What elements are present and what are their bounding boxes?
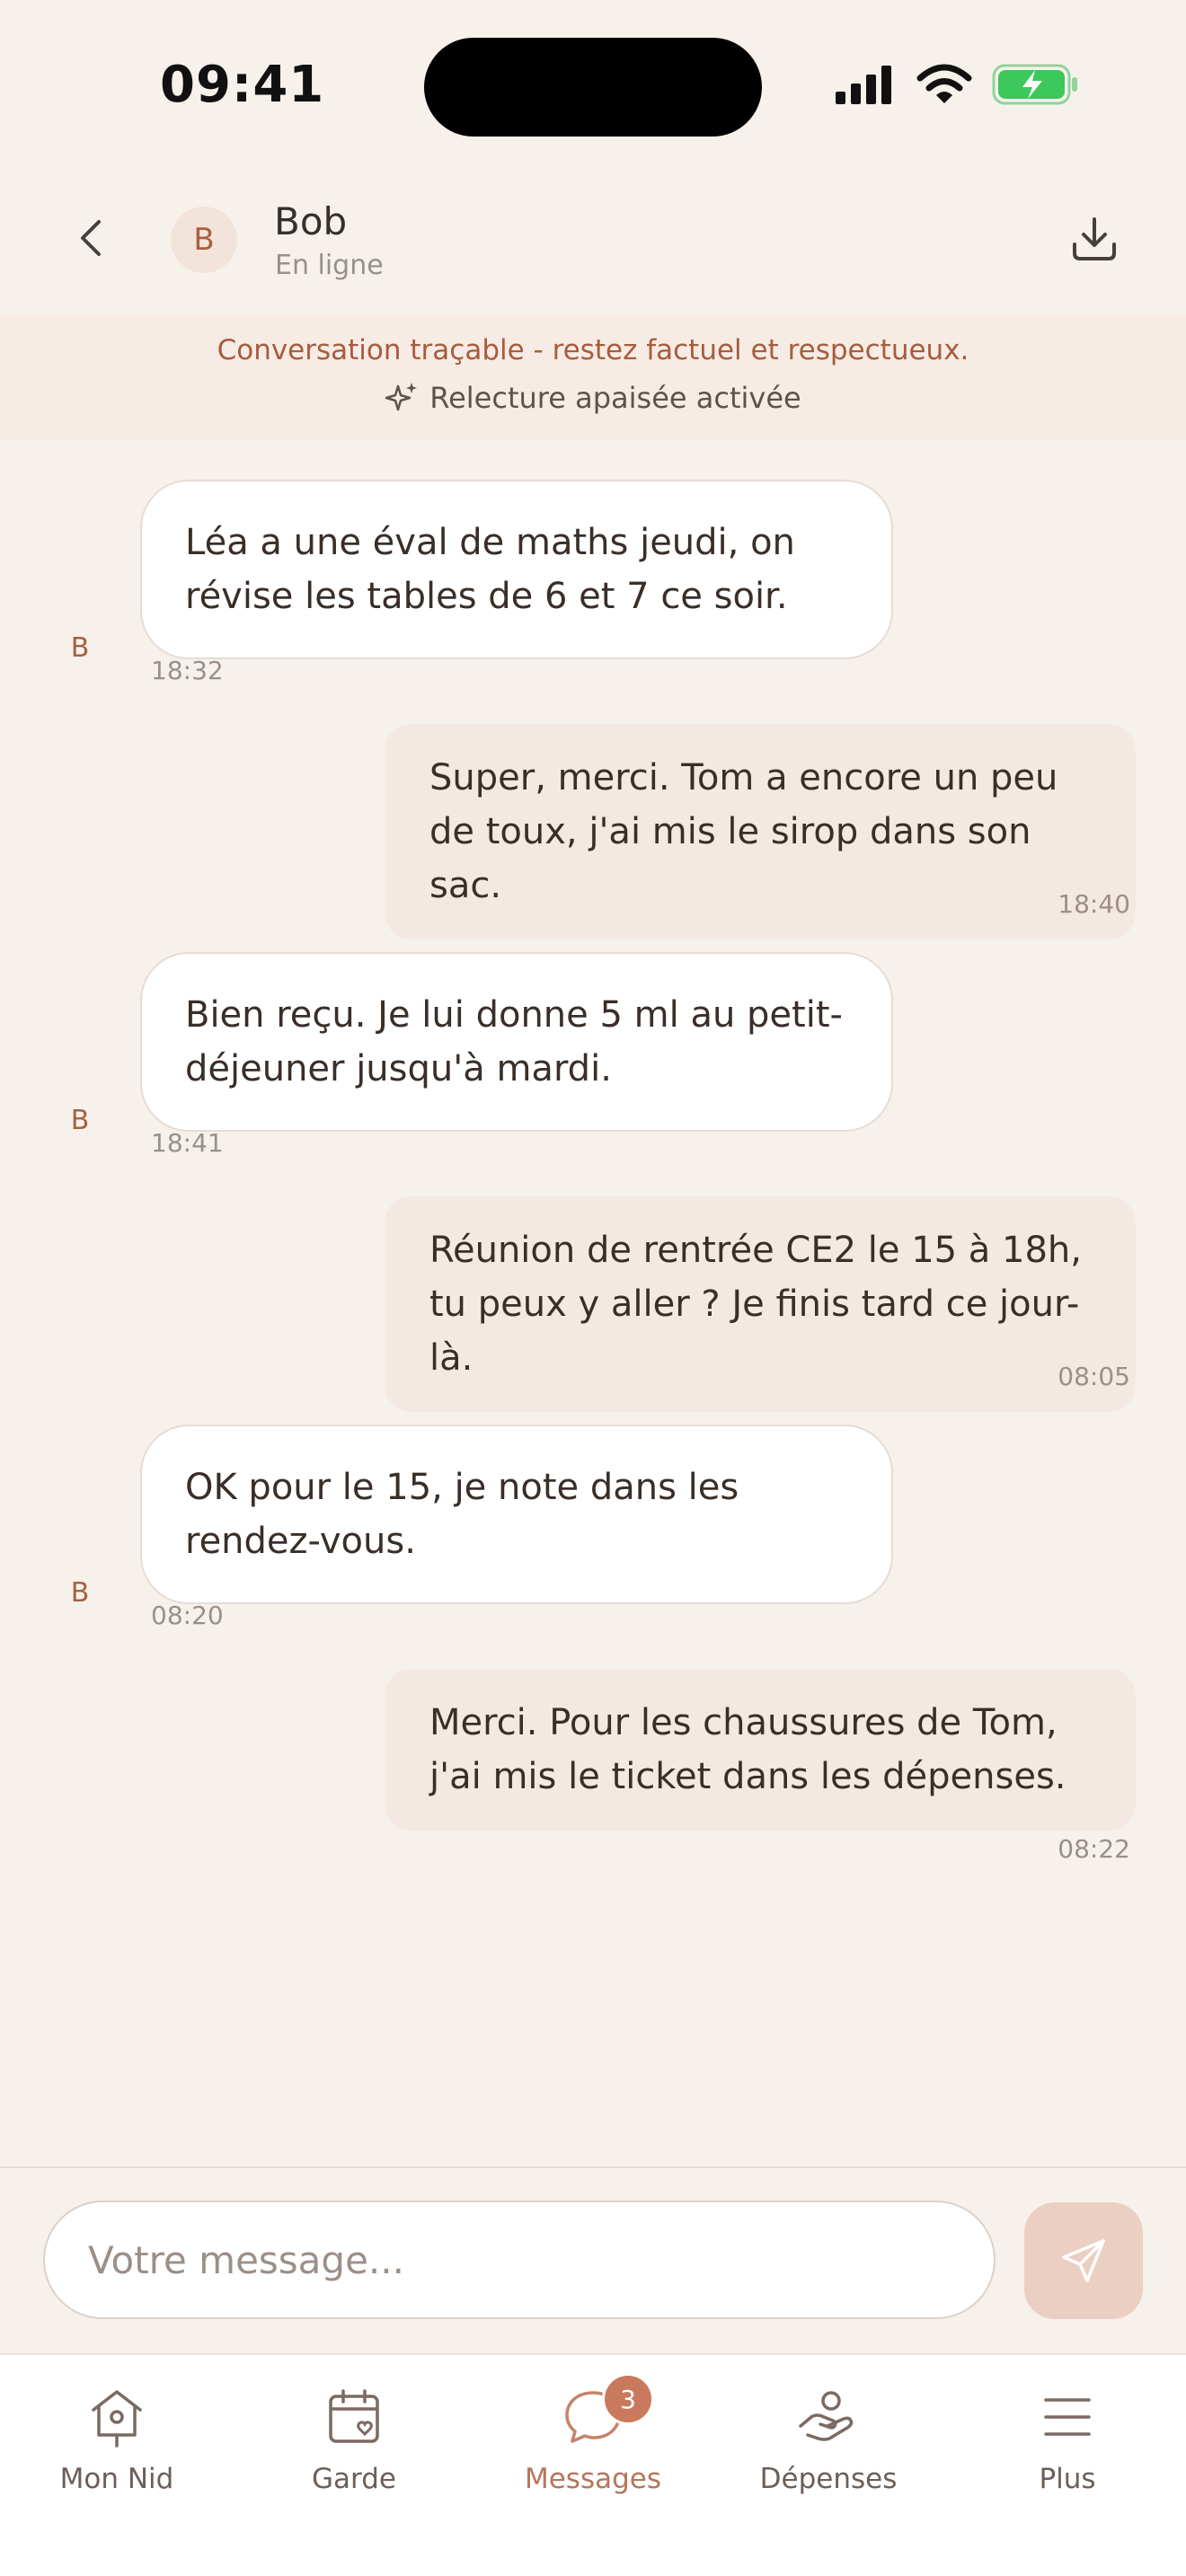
status-time: 09:41 — [160, 56, 325, 114]
sparkle-icon — [385, 383, 418, 411]
notice-sub-text: Relecture apaisée activée — [429, 381, 801, 415]
message-time: 08:22 — [1058, 1834, 1130, 1864]
message-bubble-outgoing[interactable]: Super, merci. Tom a encore un peu de tou… — [385, 724, 1136, 940]
tab-plus[interactable]: Plus — [969, 2377, 1166, 2511]
send-button[interactable] — [1024, 2202, 1143, 2319]
message-time: 08:20 — [151, 1601, 224, 1630]
contact-status: En ligne — [275, 250, 384, 281]
tab-label: Dépenses — [759, 2463, 898, 2495]
tab-label: Mon Nid — [59, 2463, 174, 2495]
birdhouse-icon — [92, 2390, 142, 2448]
message-time: 18:41 — [151, 1128, 224, 1158]
unread-badge: 3 — [602, 2373, 654, 2425]
chat-header: B Bob En ligne — [0, 171, 1186, 314]
calm-review-status: Relecture apaisée activée — [0, 381, 1186, 415]
message-input[interactable] — [43, 2201, 996, 2319]
download-icon — [1073, 217, 1116, 260]
status-icons — [834, 63, 1078, 110]
message-time: 18:40 — [1058, 889, 1130, 919]
tab-messages[interactable]: 3 Messages — [494, 2373, 692, 2511]
sender-avatar: B — [70, 1105, 90, 1136]
tab-label: Messages — [524, 2463, 662, 2495]
traceable-notice: Conversation traçable - restez factuel e… — [0, 314, 1186, 440]
contact-avatar: B — [171, 207, 237, 273]
send-icon — [1062, 2239, 1105, 2282]
message-list[interactable]: Léa a une éval de maths jeudi, on révise… — [0, 440, 1186, 2165]
message-bubble-incoming[interactable]: Léa a une éval de maths jeudi, on révise… — [140, 480, 893, 659]
hand-coin-icon — [799, 2391, 854, 2441]
tab-mon-nid[interactable]: Mon Nid — [18, 2377, 216, 2511]
download-button[interactable] — [1066, 210, 1123, 268]
message-time: 08:05 — [1058, 1362, 1130, 1391]
chevron-left-icon — [81, 220, 101, 256]
menu-icon — [1044, 2398, 1091, 2436]
tab-label: Plus — [1039, 2463, 1096, 2495]
sender-avatar: B — [70, 1577, 90, 1609]
signal-icon — [834, 65, 897, 108]
chat-screen: 09:41 B Bob En ligne Conversation traçab… — [0, 0, 1186, 2576]
calendar-heart-icon — [329, 2389, 379, 2443]
tab-depenses[interactable]: Dépenses — [730, 2377, 927, 2511]
contact-name: Bob — [274, 199, 348, 243]
back-button[interactable] — [63, 211, 117, 265]
message-bubble-outgoing[interactable]: Réunion de rentrée CE2 le 15 à 18h, tu p… — [385, 1196, 1136, 1412]
message-bubble-incoming[interactable]: Bien reçu. Je lui donne 5 ml au petit-dé… — [140, 952, 893, 1132]
message-composer — [0, 2166, 1186, 2353]
wifi-icon — [916, 64, 972, 109]
notice-text: Conversation traçable - restez factuel e… — [217, 334, 969, 366]
sender-avatar: B — [70, 632, 90, 664]
message-time: 18:32 — [151, 656, 224, 685]
bottom-tab-bar: Mon Nid Garde 3 Messages Dépenses Plus — [0, 2353, 1186, 2576]
battery-icon — [992, 63, 1078, 110]
dynamic-island — [424, 38, 762, 137]
message-bubble-incoming[interactable]: OK pour le 15, je note dans les rendez-v… — [140, 1425, 893, 1604]
tab-label: Garde — [312, 2463, 396, 2495]
status-bar: 09:41 — [0, 0, 1186, 171]
message-bubble-outgoing[interactable]: Merci. Pour les chaussures de Tom, j'ai … — [385, 1669, 1136, 1831]
tab-garde[interactable]: Garde — [255, 2377, 453, 2511]
